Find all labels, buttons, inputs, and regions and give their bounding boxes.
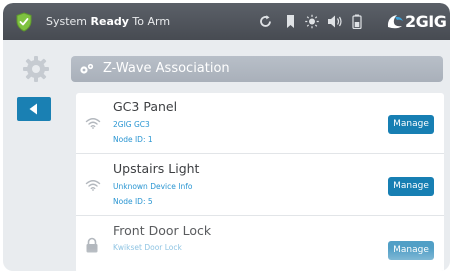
wifi-icon (85, 118, 101, 129)
manage-button[interactable]: Manage (388, 241, 434, 260)
speaker-icon[interactable] (327, 14, 343, 29)
device-type: 2GIG GC3 (113, 120, 150, 129)
shield-check-icon[interactable] (15, 12, 33, 32)
brand-name: 2GIG (405, 12, 447, 31)
manage-button[interactable]: Manage (388, 115, 434, 134)
gears-icon (80, 63, 94, 74)
refresh-icon[interactable] (258, 14, 273, 29)
device-type: Unknown Device Info (113, 182, 193, 191)
lock-icon (86, 237, 98, 253)
status-bar: System Ready To Arm 2GIG (3, 3, 450, 40)
settings-gear-icon[interactable] (22, 55, 50, 83)
device-name: Upstairs Light (113, 161, 200, 176)
status-suffix: To Arm (128, 15, 171, 28)
brightness-icon[interactable] (304, 14, 320, 29)
list-item[interactable]: Front Door Lock Kwikset Door Lock Manage (76, 217, 444, 271)
device-name: Front Door Lock (113, 223, 212, 238)
list-item[interactable]: GC3 Panel 2GIG GC3 Node ID: 1 Manage (76, 93, 444, 154)
status-ready: Ready (90, 15, 129, 28)
manage-button[interactable]: Manage (388, 177, 434, 196)
device-name: GC3 Panel (113, 99, 178, 114)
brand-logo: 2GIG (385, 12, 447, 32)
brand-swirl-icon (387, 15, 403, 29)
node-id: Node ID: 1 (113, 135, 153, 144)
device-list[interactable]: GC3 Panel 2GIG GC3 Node ID: 1 Manage Ups… (76, 93, 444, 271)
list-item[interactable]: Upstairs Light Unknown Device Info Node … (76, 155, 444, 216)
back-arrow-icon (29, 103, 37, 115)
page-title: Z-Wave Association (103, 61, 230, 76)
screen: System Ready To Arm 2GIG Z-Wave Associat… (3, 3, 450, 271)
back-button[interactable] (17, 97, 51, 121)
device-type: Kwikset Door Lock (113, 243, 182, 252)
section-header: Z-Wave Association (71, 56, 443, 82)
status-prefix: System (46, 15, 91, 28)
wifi-icon (85, 180, 101, 191)
node-id: Node ID: 5 (113, 197, 153, 206)
bookmark-icon[interactable] (285, 14, 296, 29)
arm-status-text: System Ready To Arm (46, 15, 170, 28)
battery-icon[interactable] (352, 14, 362, 29)
